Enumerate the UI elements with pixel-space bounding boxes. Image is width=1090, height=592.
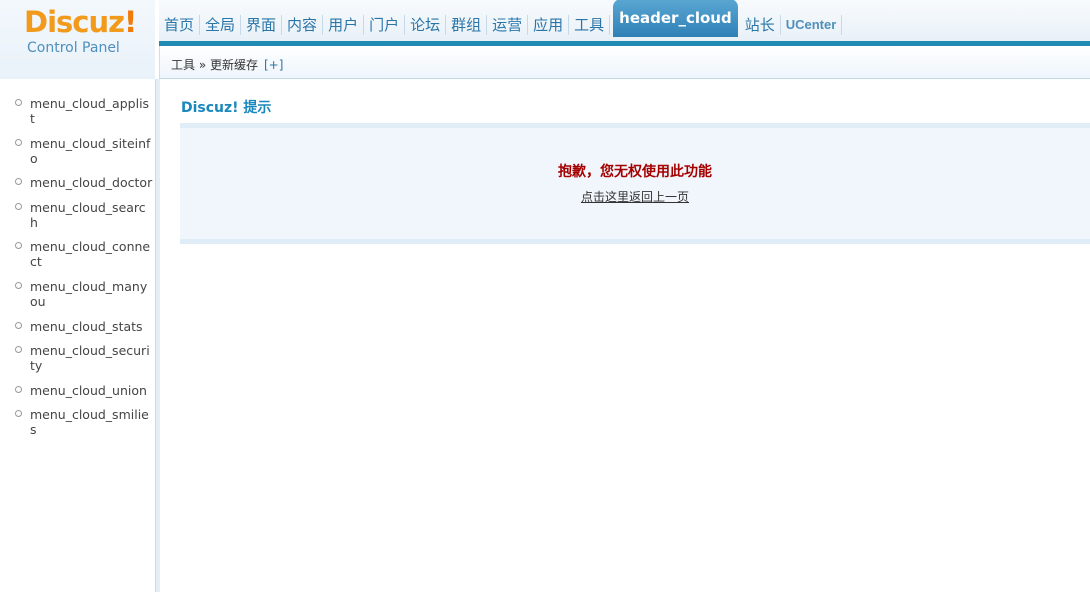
sidebar-item-connect[interactable]: menu_cloud_connect xyxy=(0,239,155,269)
sidebar-item-siteinfo[interactable]: menu_cloud_siteinfo xyxy=(0,136,155,166)
sidebar-item-stats[interactable]: menu_cloud_stats xyxy=(0,319,155,334)
message-box: 抱歉，您无权使用此功能 点击这里返回上一页 xyxy=(180,123,1090,244)
bullet-icon xyxy=(15,178,22,186)
bullet-icon xyxy=(15,281,22,289)
breadcrumb-text: 工具 » 更新缓存 xyxy=(171,58,258,72)
logo[interactable]: Discuz! Control Panel xyxy=(0,0,155,79)
nav-apps[interactable]: 应用 xyxy=(528,14,570,35)
back-link-wrap: 点击这里返回上一页 xyxy=(180,188,1090,205)
nav-home[interactable]: 首页 xyxy=(159,14,201,35)
sidebar-item-manyou[interactable]: menu_cloud_manyou xyxy=(0,279,155,309)
nav-global[interactable]: 全局 xyxy=(200,14,242,35)
bullet-icon xyxy=(15,138,22,146)
breadcrumb: 工具 » 更新缓存 [+] xyxy=(159,46,1090,79)
back-link[interactable]: 点击这里返回上一页 xyxy=(581,190,689,204)
bullet-icon xyxy=(15,99,22,106)
nav-tools[interactable]: 工具 xyxy=(569,14,611,35)
main-content: Discuz! 提示 抱歉，您无权使用此功能 点击这里返回上一页 xyxy=(160,79,1090,592)
error-message: 抱歉，您无权使用此功能 xyxy=(558,164,712,180)
page-title: Discuz! 提示 xyxy=(181,100,272,116)
nav-interface[interactable]: 界面 xyxy=(241,14,283,35)
bullet-icon xyxy=(15,385,22,393)
sidebar-item-union[interactable]: menu_cloud_union xyxy=(0,383,155,398)
sidebar-divider xyxy=(155,79,156,592)
sidebar: menu_cloud_applist menu_cloud_siteinfo m… xyxy=(0,79,160,592)
nav-groups[interactable]: 群组 xyxy=(446,14,488,35)
sidebar-item-search[interactable]: menu_cloud_search xyxy=(0,200,155,230)
sidebar-item-smilies[interactable]: menu_cloud_smilies xyxy=(0,407,155,437)
sidebar-item-applist[interactable]: menu_cloud_applist xyxy=(0,96,155,126)
logo-brand: Discuz! xyxy=(24,5,137,39)
nav-webmaster[interactable]: 站长 xyxy=(740,14,781,35)
nav-content[interactable]: 内容 xyxy=(282,14,324,35)
header: Discuz! Control Panel 首页 全局 界面 内容 用户 门户 … xyxy=(0,0,1090,79)
bullet-icon xyxy=(15,346,22,354)
bullet-icon xyxy=(15,410,22,418)
nav-forum[interactable]: 论坛 xyxy=(405,14,447,35)
logo-subtitle: Control Panel xyxy=(27,40,120,56)
breadcrumb-add-button[interactable]: [+] xyxy=(264,58,283,72)
bullet-icon xyxy=(15,321,22,329)
top-nav: 首页 全局 界面 内容 用户 门户 论坛 群组 运营 应用 工具 header_… xyxy=(159,0,1090,46)
nav-portal[interactable]: 门户 xyxy=(364,14,406,35)
nav-header-cloud[interactable]: header_cloud xyxy=(613,0,738,37)
nav-users[interactable]: 用户 xyxy=(323,14,365,35)
sidebar-item-doctor[interactable]: menu_cloud_doctor xyxy=(0,175,155,190)
nav-ucenter[interactable]: UCenter xyxy=(781,14,843,35)
bullet-icon xyxy=(15,242,22,250)
nav-operations[interactable]: 运营 xyxy=(487,14,529,35)
sidebar-item-security[interactable]: menu_cloud_security xyxy=(0,343,155,373)
bullet-icon xyxy=(15,202,22,210)
